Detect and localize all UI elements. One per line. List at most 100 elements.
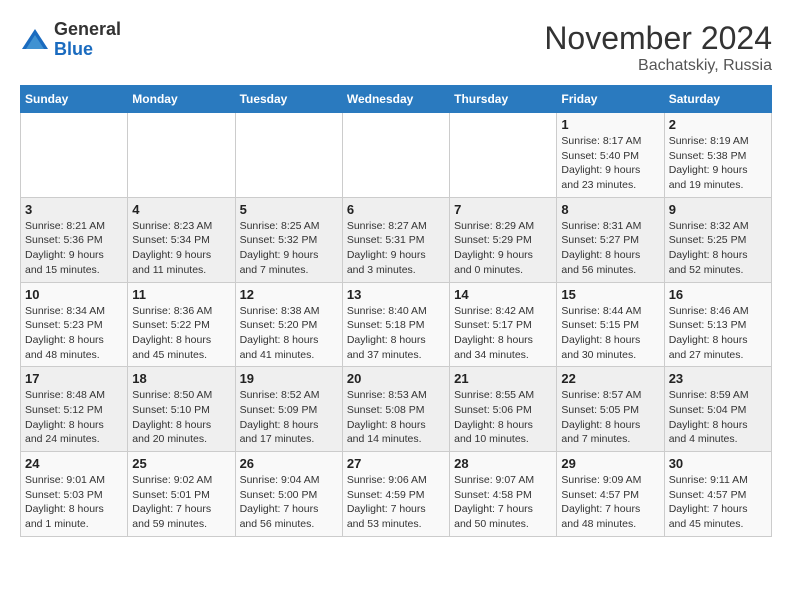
day-number: 3 — [25, 202, 123, 217]
calendar-day-cell: 3 Sunrise: 8:21 AMSunset: 5:36 PMDaylight… — [21, 197, 128, 282]
day-info: Sunrise: 8:44 AMSunset: 5:15 PMDaylight:… — [561, 304, 659, 363]
day-info: Sunrise: 8:42 AMSunset: 5:17 PMDaylight:… — [454, 304, 552, 363]
day-info: Sunrise: 9:06 AMSunset: 4:59 PMDaylight:… — [347, 473, 445, 532]
weekday-header-cell: Sunday — [21, 86, 128, 113]
calendar-day-cell: 23 Sunrise: 8:59 AMSunset: 5:04 PMDayligh… — [664, 367, 771, 452]
day-info: Sunrise: 9:01 AMSunset: 5:03 PMDaylight:… — [25, 473, 123, 532]
day-info: Sunrise: 8:59 AMSunset: 5:04 PMDaylight:… — [669, 388, 767, 447]
day-number: 27 — [347, 456, 445, 471]
title-block: November 2024 Bachatskiy, Russia — [544, 20, 772, 75]
calendar-body: 1 Sunrise: 8:17 AMSunset: 5:40 PMDaylight… — [21, 113, 772, 537]
day-info: Sunrise: 8:36 AMSunset: 5:22 PMDaylight:… — [132, 304, 230, 363]
day-info: Sunrise: 8:57 AMSunset: 5:05 PMDaylight:… — [561, 388, 659, 447]
calendar-day-cell: 30 Sunrise: 9:11 AMSunset: 4:57 PMDayligh… — [664, 452, 771, 537]
day-number: 17 — [25, 371, 123, 386]
weekday-header-cell: Friday — [557, 86, 664, 113]
calendar-day-cell: 15 Sunrise: 8:44 AMSunset: 5:15 PMDayligh… — [557, 282, 664, 367]
calendar-day-cell: 4 Sunrise: 8:23 AMSunset: 5:34 PMDaylight… — [128, 197, 235, 282]
day-number: 20 — [347, 371, 445, 386]
day-info: Sunrise: 8:19 AMSunset: 5:38 PMDaylight:… — [669, 134, 767, 193]
weekday-header-cell: Thursday — [450, 86, 557, 113]
calendar-day-cell: 22 Sunrise: 8:57 AMSunset: 5:05 PMDayligh… — [557, 367, 664, 452]
day-number: 25 — [132, 456, 230, 471]
calendar-day-cell: 27 Sunrise: 9:06 AMSunset: 4:59 PMDayligh… — [342, 452, 449, 537]
calendar-day-cell: 1 Sunrise: 8:17 AMSunset: 5:40 PMDaylight… — [557, 113, 664, 198]
day-info: Sunrise: 8:50 AMSunset: 5:10 PMDaylight:… — [132, 388, 230, 447]
day-number: 10 — [25, 287, 123, 302]
calendar-day-cell: 18 Sunrise: 8:50 AMSunset: 5:10 PMDayligh… — [128, 367, 235, 452]
day-number: 5 — [240, 202, 338, 217]
day-number: 26 — [240, 456, 338, 471]
calendar-day-cell — [235, 113, 342, 198]
calendar-day-cell: 19Sunrise: 8:52 AMSunset: 5:09 PMDayligh… — [235, 367, 342, 452]
day-number: 7 — [454, 202, 552, 217]
day-info: Sunrise: 8:53 AMSunset: 5:08 PMDaylight:… — [347, 388, 445, 447]
calendar-day-cell: 28Sunrise: 9:07 AMSunset: 4:58 PMDayligh… — [450, 452, 557, 537]
day-number: 19 — [240, 371, 338, 386]
calendar-day-cell: 11 Sunrise: 8:36 AMSunset: 5:22 PMDayligh… — [128, 282, 235, 367]
day-info: Sunrise: 9:04 AMSunset: 5:00 PMDaylight:… — [240, 473, 338, 532]
calendar-day-cell: 21 Sunrise: 8:55 AMSunset: 5:06 PMDayligh… — [450, 367, 557, 452]
calendar-week-row: 17 Sunrise: 8:48 AMSunset: 5:12 PMDayligh… — [21, 367, 772, 452]
calendar-day-cell: 6Sunrise: 8:27 AMSunset: 5:31 PMDaylight… — [342, 197, 449, 282]
day-number: 15 — [561, 287, 659, 302]
day-info: Sunrise: 8:38 AMSunset: 5:20 PMDaylight:… — [240, 304, 338, 363]
day-number: 22 — [561, 371, 659, 386]
day-number: 1 — [561, 117, 659, 132]
calendar-day-cell: 8Sunrise: 8:31 AMSunset: 5:27 PMDaylight… — [557, 197, 664, 282]
day-number: 28 — [454, 456, 552, 471]
day-info: Sunrise: 8:34 AMSunset: 5:23 PMDaylight:… — [25, 304, 123, 363]
day-number: 12 — [240, 287, 338, 302]
calendar-day-cell: 20 Sunrise: 8:53 AMSunset: 5:08 PMDayligh… — [342, 367, 449, 452]
weekday-header-cell: Saturday — [664, 86, 771, 113]
calendar-day-cell: 2Sunrise: 8:19 AMSunset: 5:38 PMDaylight… — [664, 113, 771, 198]
day-info: Sunrise: 8:21 AMSunset: 5:36 PMDaylight:… — [25, 219, 123, 278]
calendar-day-cell — [128, 113, 235, 198]
day-number: 8 — [561, 202, 659, 217]
logo: General Blue — [20, 20, 121, 60]
day-info: Sunrise: 8:55 AMSunset: 5:06 PMDaylight:… — [454, 388, 552, 447]
day-info: Sunrise: 8:32 AMSunset: 5:25 PMDaylight:… — [669, 219, 767, 278]
weekday-header-row: SundayMondayTuesdayWednesdayThursdayFrid… — [21, 86, 772, 113]
day-info: Sunrise: 8:40 AMSunset: 5:18 PMDaylight:… — [347, 304, 445, 363]
calendar-table: SundayMondayTuesdayWednesdayThursdayFrid… — [20, 85, 772, 537]
day-info: Sunrise: 8:25 AMSunset: 5:32 PMDaylight:… — [240, 219, 338, 278]
day-info: Sunrise: 9:11 AMSunset: 4:57 PMDaylight:… — [669, 473, 767, 532]
day-number: 18 — [132, 371, 230, 386]
calendar-day-cell: 25Sunrise: 9:02 AMSunset: 5:01 PMDayligh… — [128, 452, 235, 537]
day-info: Sunrise: 9:09 AMSunset: 4:57 PMDaylight:… — [561, 473, 659, 532]
weekday-header-cell: Monday — [128, 86, 235, 113]
weekday-header-cell: Tuesday — [235, 86, 342, 113]
calendar-day-cell: 24 Sunrise: 9:01 AMSunset: 5:03 PMDayligh… — [21, 452, 128, 537]
calendar-day-cell: 29Sunrise: 9:09 AMSunset: 4:57 PMDayligh… — [557, 452, 664, 537]
weekday-header-cell: Wednesday — [342, 86, 449, 113]
day-info: Sunrise: 8:23 AMSunset: 5:34 PMDaylight:… — [132, 219, 230, 278]
page-header: General Blue November 2024 Bachatskiy, R… — [20, 20, 772, 75]
day-info: Sunrise: 8:48 AMSunset: 5:12 PMDaylight:… — [25, 388, 123, 447]
day-number: 16 — [669, 287, 767, 302]
month-title: November 2024 — [544, 20, 772, 57]
calendar-day-cell: 12 Sunrise: 8:38 AMSunset: 5:20 PMDayligh… — [235, 282, 342, 367]
calendar-week-row: 3 Sunrise: 8:21 AMSunset: 5:36 PMDaylight… — [21, 197, 772, 282]
calendar-day-cell: 26 Sunrise: 9:04 AMSunset: 5:00 PMDayligh… — [235, 452, 342, 537]
day-number: 21 — [454, 371, 552, 386]
day-info: Sunrise: 8:17 AMSunset: 5:40 PMDaylight:… — [561, 134, 659, 193]
day-number: 14 — [454, 287, 552, 302]
day-number: 30 — [669, 456, 767, 471]
day-number: 11 — [132, 287, 230, 302]
day-info: Sunrise: 8:46 AMSunset: 5:13 PMDaylight:… — [669, 304, 767, 363]
calendar-day-cell: 16 Sunrise: 8:46 AMSunset: 5:13 PMDayligh… — [664, 282, 771, 367]
calendar-day-cell — [21, 113, 128, 198]
calendar-day-cell: 17 Sunrise: 8:48 AMSunset: 5:12 PMDayligh… — [21, 367, 128, 452]
day-number: 24 — [25, 456, 123, 471]
calendar-day-cell: 9Sunrise: 8:32 AMSunset: 5:25 PMDaylight… — [664, 197, 771, 282]
day-info: Sunrise: 8:29 AMSunset: 5:29 PMDaylight:… — [454, 219, 552, 278]
day-number: 4 — [132, 202, 230, 217]
location: Bachatskiy, Russia — [544, 57, 772, 75]
day-number: 13 — [347, 287, 445, 302]
calendar-day-cell: 10 Sunrise: 8:34 AMSunset: 5:23 PMDayligh… — [21, 282, 128, 367]
calendar-week-row: 24 Sunrise: 9:01 AMSunset: 5:03 PMDayligh… — [21, 452, 772, 537]
logo-text: General Blue — [54, 20, 121, 60]
calendar-day-cell: 5 Sunrise: 8:25 AMSunset: 5:32 PMDaylight… — [235, 197, 342, 282]
day-number: 23 — [669, 371, 767, 386]
